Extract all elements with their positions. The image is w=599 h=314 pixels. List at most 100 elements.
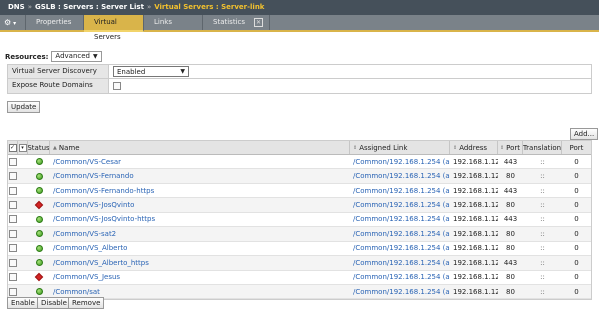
tab-bar: ⚙ ▾ Properties Virtual Servers Links Stat…	[0, 15, 599, 41]
row-checkbox[interactable]	[9, 244, 17, 253]
port-cell: 443	[503, 157, 518, 166]
row-checkbox[interactable]	[9, 201, 17, 210]
assigned-link-link[interactable]: /Common/192.168.1.254 (auto)	[353, 244, 450, 252]
row-checkbox[interactable]	[9, 172, 17, 181]
assigned-link-link[interactable]: /Common/192.168.1.254 (auto)	[353, 172, 450, 180]
row-checkbox[interactable]	[9, 215, 17, 224]
add-button[interactable]: Add...	[570, 128, 599, 140]
server-name-link[interactable]: /Common/sat	[53, 288, 100, 296]
assigned-link-link[interactable]: /Common/192.168.1.254 (auto)	[353, 215, 450, 223]
server-name-link[interactable]: /Common/VS_Jesus	[53, 273, 120, 281]
resources-select-value: Advanced	[55, 52, 90, 60]
resources-select[interactable]: Advanced ▼	[51, 51, 102, 62]
assigned-link-link[interactable]: /Common/192.168.1.254 (auto)	[353, 288, 450, 296]
tab-options[interactable]: ⚙ ▾	[0, 15, 26, 30]
select-all-checkbox[interactable]: ✓	[8, 143, 17, 152]
translation-port-cell: 0	[574, 215, 579, 224]
translation-port-cell: 0	[574, 244, 579, 253]
translation-port-cell: 0	[574, 229, 579, 238]
row-checkbox[interactable]	[9, 186, 17, 195]
assigned-link-link[interactable]: /Common/192.168.1.254 (auto)	[353, 259, 450, 267]
filter-toggle[interactable]: ▾	[18, 143, 27, 152]
port-cell: 443	[503, 215, 518, 224]
server-name-link[interactable]: /Common/VS-Fernando	[53, 172, 134, 180]
header-translation: Translation	[523, 141, 562, 154]
address-cell: 192.168.1.124	[453, 229, 498, 238]
expose-label: Expose Route Domains	[8, 79, 109, 93]
breadcrumb-server-list[interactable]: GSLB : Servers : Server List	[35, 3, 144, 11]
enable-button[interactable]: Enable	[7, 297, 39, 309]
server-name-link[interactable]: /Common/VS-sat2	[53, 230, 116, 238]
assigned-link-link[interactable]: /Common/192.168.1.254 (auto)	[353, 158, 450, 166]
table-row: /Common/VS-Cesar/Common/192.168.1.254 (a…	[8, 155, 591, 170]
breadcrumb-dns[interactable]: DNS	[8, 3, 25, 11]
status-available-icon	[35, 158, 43, 166]
gear-icon: ⚙	[4, 18, 12, 27]
status-available-icon	[35, 288, 43, 296]
discovery-select[interactable]: Enabled ▼	[113, 66, 189, 77]
assigned-link-link[interactable]: /Common/192.168.1.254 (auto)	[353, 201, 450, 209]
chevron-down-icon: ▾	[13, 20, 17, 27]
translation-cell: ::	[540, 287, 545, 296]
port-cell: 443	[503, 258, 518, 267]
tab-links[interactable]: Links	[144, 15, 203, 30]
row-checkbox[interactable]	[9, 229, 17, 238]
address-cell: 192.168.1.127	[453, 244, 498, 253]
row-checkbox[interactable]	[9, 273, 17, 282]
translation-port-cell: 0	[574, 287, 579, 296]
header-port[interactable]: ⇕ Port	[498, 141, 523, 154]
port-cell: 80	[506, 273, 515, 282]
port-cell: 80	[506, 229, 515, 238]
translation-cell: ::	[540, 172, 545, 181]
translation-cell: ::	[540, 157, 545, 166]
header-port-label: Port	[506, 143, 521, 152]
tab-properties[interactable]: Properties	[26, 15, 84, 30]
server-name-link[interactable]: /Common/VS-JosQvinto	[53, 201, 134, 209]
row-checkbox[interactable]	[9, 287, 17, 296]
sort-icon: ⇕	[453, 144, 458, 151]
tab-statistics[interactable]: Statistics ✕	[203, 15, 270, 30]
row-checkbox[interactable]	[9, 157, 17, 166]
discovery-label: Virtual Server Discovery	[8, 65, 109, 78]
translation-cell: ::	[540, 273, 545, 282]
header-assigned-link[interactable]: ⇕ Assigned Link	[350, 141, 450, 154]
disable-button[interactable]: Disable	[37, 297, 71, 309]
row-checkbox[interactable]	[9, 258, 17, 267]
remove-button[interactable]: Remove	[68, 297, 105, 309]
server-name-link[interactable]: /Common/VS-JosQvinto-https	[53, 215, 155, 223]
status-available-icon	[35, 230, 43, 238]
server-name-link[interactable]: /Common/VS_Alberto	[53, 244, 127, 252]
table-row: /Common/VS-JosQvinto-https/Common/192.16…	[8, 213, 591, 228]
sort-asc-icon: ▲	[53, 144, 57, 151]
update-button[interactable]: Update	[7, 101, 41, 113]
header-address-label: Address	[459, 143, 488, 152]
chevron-down-icon: ▼	[180, 68, 185, 75]
server-name-link[interactable]: /Common/VS-Fernando-https	[53, 187, 154, 195]
port-cell: 443	[503, 186, 518, 195]
address-cell: 192.168.1.124	[453, 157, 498, 166]
breadcrumb-separator: »	[27, 3, 33, 11]
translation-cell: ::	[540, 201, 545, 210]
assigned-link-link[interactable]: /Common/192.168.1.254 (auto)	[353, 273, 450, 281]
header-status[interactable]: Status	[28, 141, 50, 154]
status-available-icon	[35, 187, 43, 195]
assigned-link-link[interactable]: /Common/192.168.1.254 (auto)	[353, 230, 450, 238]
expose-route-domains-checkbox[interactable]	[113, 82, 121, 90]
chevron-down-icon: ▼	[93, 53, 98, 60]
port-cell: 80	[506, 287, 515, 296]
header-name[interactable]: ▲ Name	[50, 141, 350, 154]
table-row: /Common/VS-JosQvinto/Common/192.168.1.25…	[8, 198, 591, 213]
server-name-link[interactable]: /Common/VS_Alberto_https	[53, 259, 149, 267]
tab-virtual-servers[interactable]: Virtual Servers	[84, 15, 144, 41]
status-available-icon	[35, 215, 43, 223]
header-name-label: Name	[58, 143, 80, 152]
header-address[interactable]: ⇕ Address	[450, 141, 498, 154]
table-row: /Common/VS-Fernando/Common/192.168.1.254…	[8, 169, 591, 184]
port-cell: 80	[506, 172, 515, 181]
status-available-icon	[35, 244, 43, 252]
close-icon[interactable]: ✕	[254, 18, 263, 27]
assigned-link-link[interactable]: /Common/192.168.1.254 (auto)	[353, 187, 450, 195]
server-name-link[interactable]: /Common/VS-Cesar	[53, 158, 121, 166]
settings-table: Virtual Server Discovery Enabled ▼ Expose…	[7, 64, 592, 94]
address-cell: 192.168.1.125	[453, 201, 498, 210]
